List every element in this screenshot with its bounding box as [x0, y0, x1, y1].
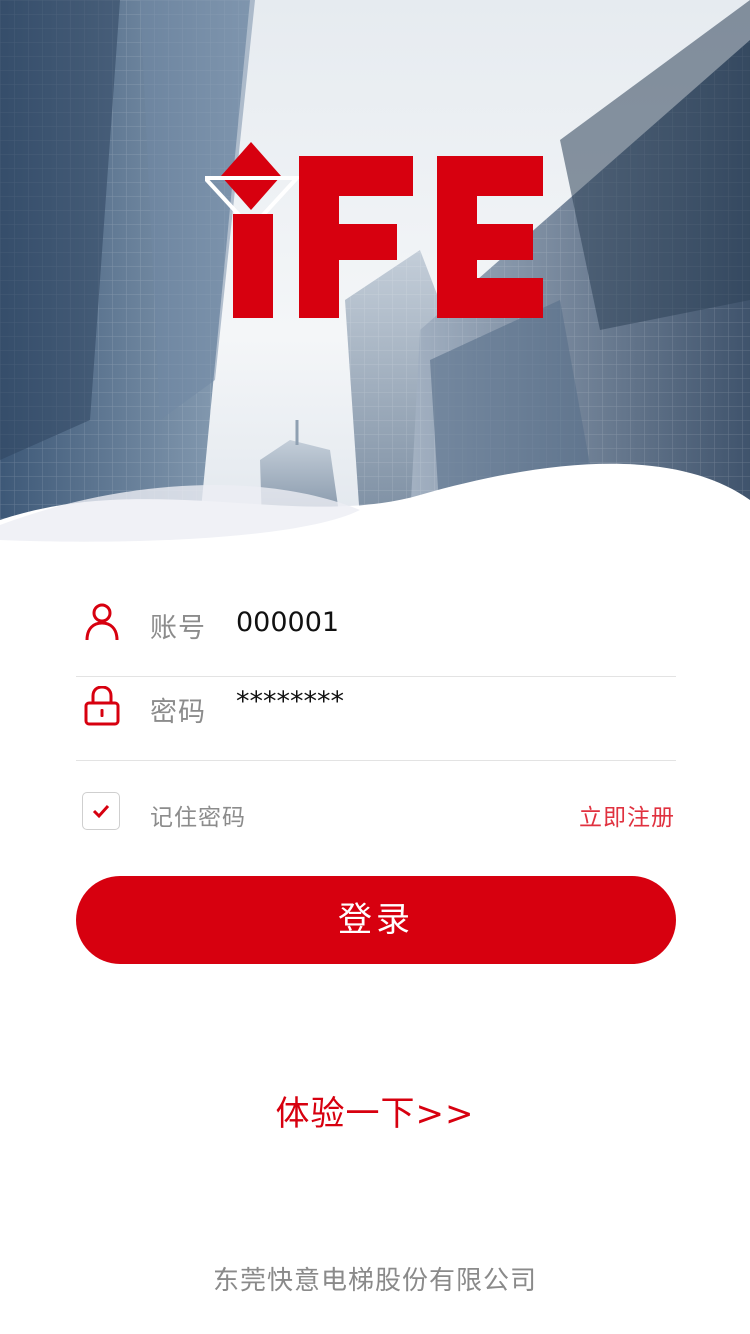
- try-it-link[interactable]: 体验一下>>: [0, 1086, 750, 1135]
- account-label: 账号: [150, 613, 206, 644]
- password-input[interactable]: ********: [236, 686, 656, 726]
- remember-password-label[interactable]: 记住密码: [150, 798, 246, 832]
- ife-logo: [205, 142, 543, 318]
- password-row: 密码 ********: [76, 656, 676, 761]
- lock-icon: [84, 686, 120, 726]
- account-input[interactable]: [236, 602, 656, 642]
- company-name: 东莞快意电梯股份有限公司: [212, 1266, 537, 1296]
- user-icon: [85, 603, 119, 641]
- password-label: 密码: [150, 697, 206, 728]
- login-button[interactable]: 登录: [76, 876, 676, 964]
- checkmark-icon: [92, 804, 110, 819]
- hero-banner: [0, 0, 750, 560]
- remember-password-checkbox[interactable]: [82, 792, 120, 830]
- register-link[interactable]: 立即注册: [579, 798, 675, 832]
